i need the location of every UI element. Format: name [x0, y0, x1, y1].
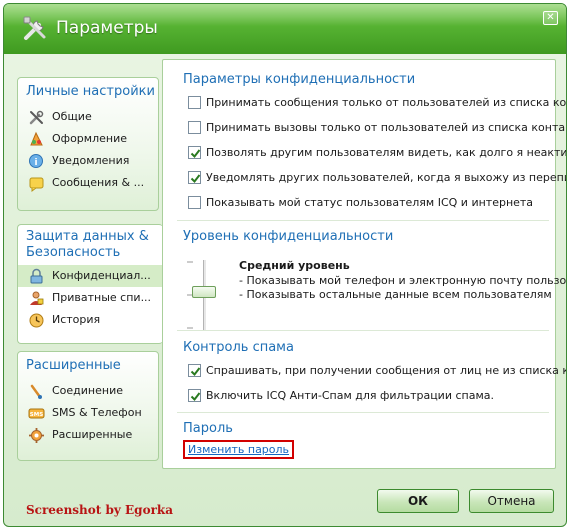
sidebar-item-connection[interactable]: Соединение — [18, 380, 158, 402]
watermark: Screenshot by Egorka — [26, 503, 173, 517]
section-divider — [177, 220, 549, 221]
sidebar-item-advanced[interactable]: Расширенные — [18, 424, 158, 446]
sidebar-item-sms-phone[interactable]: SMS SMS & Телефон — [18, 402, 158, 424]
tools-icon — [29, 110, 44, 125]
checkbox-label: Включить ICQ Анти-Спам для фильтрации сп… — [206, 389, 494, 402]
settings-content: Параметры конфиденциальности Принимать с… — [162, 59, 566, 469]
checkbox-checked[interactable] — [188, 389, 201, 402]
sidebar-item-label: Конфиденциал... — [52, 269, 151, 282]
nav-group-advanced: Расширенные Соединение SMS SMS & Телефон — [17, 351, 159, 461]
checkbox-label: Принимать вызовы только от пользователей… — [206, 121, 567, 134]
sidebar-item-label: Уведомления — [52, 154, 130, 167]
sidebar-item-private-lists[interactable]: Приватные спи... — [18, 287, 163, 309]
nav-heading-personal: Личные настройки — [26, 84, 155, 99]
sidebar-item-privacy[interactable]: Конфиденциал... — [18, 265, 163, 287]
sidebar-item-label: Оформление — [52, 132, 127, 145]
sidebar-item-label: Соединение — [52, 384, 124, 397]
privacy-level-desc: - Показывать остальные данные всем польз… — [239, 288, 552, 301]
checkbox[interactable] — [188, 121, 201, 134]
tools-icon — [23, 16, 46, 40]
checkbox-label: Принимать сообщения только от пользовате… — [206, 96, 567, 109]
sidebar-item-label: История — [52, 313, 101, 326]
nav-heading-line: Защита данных & — [26, 229, 149, 244]
nav-heading-security: Защита данных & Безопасность — [18, 225, 163, 261]
nav-group-security: Защита данных & Безопасность Конфиденциа… — [17, 224, 163, 344]
sidebar-item-label: SMS & Телефон — [52, 406, 142, 419]
check-icon — [190, 174, 201, 184]
sidebar-item-label: Расширенные — [52, 428, 133, 441]
svg-text:SMS: SMS — [30, 412, 43, 418]
section-divider — [177, 412, 549, 413]
message-icon — [29, 177, 44, 192]
gear-icon — [29, 428, 44, 443]
checkbox-label: Спрашивать, при получении сообщения от л… — [206, 364, 567, 377]
checkbox-label: Позволять другим пользователям видеть, к… — [206, 146, 567, 159]
sidebar-item-notifications[interactable]: i Уведомления — [18, 150, 158, 172]
close-button[interactable]: ✕ — [543, 11, 558, 25]
ok-button[interactable]: ОК — [377, 489, 459, 513]
check-icon — [190, 149, 201, 159]
lock-icon — [30, 268, 43, 284]
checkbox-checked[interactable] — [188, 146, 201, 159]
connection-icon — [30, 384, 42, 399]
checkbox-label: Показывать мой статус пользователям ICQ … — [206, 196, 534, 209]
sidebar-item-appearance[interactable]: Оформление — [18, 128, 158, 150]
cancel-button[interactable]: Отмена — [469, 489, 554, 513]
checkbox-label: Уведомлять других пользователей, когда я… — [206, 171, 567, 184]
change-password-link[interactable]: Изменить пароль — [183, 440, 295, 459]
checkbox[interactable] — [188, 196, 201, 209]
notification-icon: i — [29, 154, 43, 168]
sidebar-item-label: Общие — [52, 110, 92, 123]
privacy-level-title: Уровень конфиденциальности — [183, 229, 394, 244]
privacy-section-title: Параметры конфиденциальности — [183, 72, 416, 87]
sidebar-item-label: Сообщения & ... — [52, 176, 145, 189]
check-icon — [190, 392, 201, 402]
sidebar-item-messages[interactable]: Сообщения & ... — [18, 172, 158, 194]
window-title: Параметры — [56, 18, 158, 38]
private-list-icon — [30, 291, 44, 305]
checkbox-checked[interactable] — [188, 364, 201, 377]
checkbox[interactable] — [188, 96, 201, 109]
sidebar-item-history[interactable]: История — [18, 309, 163, 331]
options-window: Параметры ✕ Личные настройки Общие Оформ… — [3, 3, 567, 527]
sidebar-item-general[interactable]: Общие — [18, 106, 158, 128]
sidebar-item-label: Приватные спи... — [52, 291, 152, 304]
section-divider — [177, 330, 549, 331]
check-icon — [190, 367, 201, 377]
title-bar[interactable]: Параметры ✕ — [4, 4, 566, 54]
svg-text:i: i — [34, 158, 37, 168]
nav-heading-advanced: Расширенные — [26, 358, 121, 373]
privacy-level-desc: - Показывать мой телефон и электронную п… — [239, 274, 567, 287]
privacy-level-name: Средний уровень — [239, 259, 350, 272]
spam-section-title: Контроль спама — [183, 340, 294, 355]
history-icon — [29, 313, 44, 328]
password-section-title: Пароль — [183, 421, 233, 436]
privacy-level-slider-thumb[interactable] — [192, 286, 216, 298]
checkbox-checked[interactable] — [188, 171, 201, 184]
nav-group-personal: Личные настройки Общие Оформление i Увед… — [17, 77, 159, 211]
sms-icon: SMS — [28, 408, 45, 419]
palette-icon — [30, 131, 43, 146]
nav-heading-line: Безопасность — [26, 245, 121, 260]
